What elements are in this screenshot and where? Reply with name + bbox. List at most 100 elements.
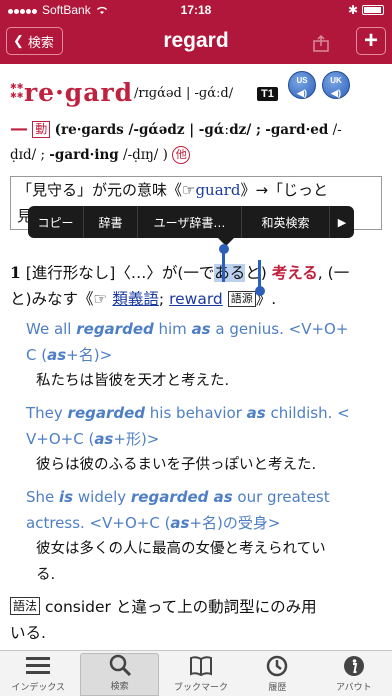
origin-text2: 》→「じっと [240, 181, 329, 199]
example-text: We all [26, 320, 77, 338]
share-icon[interactable] [312, 34, 330, 52]
example-keyword: as [47, 346, 67, 364]
sense-line2: と)みなす《☞ [10, 290, 108, 308]
example-keyword: regarded [76, 320, 154, 338]
bluetooth-icon: ✱ [347, 3, 358, 17]
audio-uk-button[interactable]: UK ◀) [322, 71, 350, 99]
example-text: She [26, 488, 60, 506]
tab-label: 検索 [110, 682, 129, 692]
selection-end-bar [258, 260, 261, 288]
importance-stars: ✱✱ ✱✱ [10, 82, 24, 100]
tab-bar: インデックス 検索 ブックマーク 履歴 アバウト [0, 650, 392, 696]
example-text: childish. < [265, 404, 350, 422]
search-icon [109, 654, 131, 676]
dictionary-menu-item[interactable]: 辞書 [84, 206, 138, 238]
example-keyword: as [246, 404, 266, 422]
tab-index[interactable]: インデックス [0, 651, 76, 696]
menu-more-arrow[interactable]: ▶ [330, 206, 354, 238]
tab-history[interactable]: 履歴 [239, 651, 315, 696]
example-keyword: regarded as [130, 488, 233, 506]
level-badge: T1 [257, 87, 278, 101]
sense-after-selected: と) [245, 264, 267, 282]
example-text: V+O+C ( [26, 430, 95, 448]
dictionary-entry: ✱✱ ✱✱ re·gard /rɪɡάəd | -ɡάːd/ T1 US ◀) U… [0, 64, 392, 650]
etymology-badge[interactable]: 語源 [227, 291, 256, 307]
sense-gloss: 考える [271, 264, 318, 282]
entry-dash: — [10, 118, 28, 139]
battery-icon [362, 5, 384, 15]
example-keyword: as [191, 320, 211, 338]
tab-bookmark[interactable]: ブックマーク [163, 651, 239, 696]
example-text: +形)> [113, 430, 160, 448]
status-right: ✱ [348, 3, 384, 17]
example-text: a genius. <V+O+ [210, 320, 349, 338]
example-keyword: as [94, 430, 114, 448]
audio-uk-label: UK [330, 76, 342, 85]
info-icon [343, 656, 364, 676]
selection-end-handle[interactable] [255, 286, 265, 296]
example-text: him [153, 320, 192, 338]
tab-label: インデックス [11, 683, 66, 693]
status-bar: SoftBank 17:18 ✱ [0, 0, 392, 20]
inflection-forms: (re·gards /-ɡάədz | -ɡάːdz/ ; [54, 122, 261, 138]
example-en-2: They regarded his behavior as childish. … [26, 400, 382, 452]
usage-text-line2: いる. [10, 624, 46, 642]
inflection-past: -gard·ed [265, 122, 329, 138]
headword: re·gard [24, 78, 134, 107]
speaker-icon: ◀) [331, 88, 341, 98]
example-keyword: as [170, 514, 190, 532]
user-dictionary-menu-item[interactable]: ユーザ辞書… [138, 206, 242, 238]
audio-us-label: US [296, 76, 308, 85]
example-text: his behavior [145, 404, 247, 422]
example-en-3: She is widely regarded as our greatest a… [26, 484, 382, 536]
usage-badge: 語法 [10, 597, 41, 615]
example-text: +名)の受身> [189, 514, 281, 532]
inflection-ing: -gard·ing [49, 147, 119, 163]
example-text: They [26, 404, 68, 422]
status-time: 17:18 [180, 3, 212, 17]
tab-search[interactable]: 検索 [80, 653, 159, 696]
example-ja-line2: る. [36, 567, 56, 583]
reward-link[interactable]: reward [169, 290, 223, 308]
sense-number: 1 [10, 263, 21, 282]
pos-transitive-badge: 他 [172, 146, 191, 164]
synonym-link[interactable]: 類義語 [112, 290, 159, 308]
usage-text: consider と違って上の動詞型にのみ用 [44, 598, 317, 616]
origin-text: 「見守る」が元の意味《☞ [17, 181, 196, 199]
inflections: — 動 (re·gards /-ɡάədz | -ɡάːdz/ ; -gard·… [10, 116, 382, 168]
sense-1: 1 [進行形なし]〈…〉が(一であると) 考える, (一 と)みなす《☞ 類義語… [10, 260, 382, 312]
example-ja-line1: 彼女は多くの人に最高の女優と考えられてい [36, 541, 326, 557]
tab-label: ブックマーク [174, 683, 229, 693]
text-selection-menu: コピー 辞書 ユーザ辞書… 和英検索 ▶ [28, 206, 354, 238]
example-ja-2: 彼らは彼のふるまいを子供っぽいと考えた. [36, 457, 317, 473]
tab-label: 履歴 [268, 683, 287, 693]
inflection-line2: ḍɪd/ ; [10, 147, 45, 163]
list-icon [26, 657, 51, 674]
example-text: +名)> [66, 346, 113, 364]
link-separator: ; [158, 290, 165, 308]
speaker-icon: ◀) [297, 88, 307, 98]
sense-line1-end: , (一 [317, 264, 350, 282]
example-en-1: We all regarded him as a genius. <V+O+ C… [26, 316, 382, 368]
example-text: C ( [26, 346, 48, 364]
clock-icon [267, 655, 288, 677]
entry-header: ✱✱ ✱✱ re·gard /rɪɡάəd | -ɡάːd/ T1 US ◀) U… [10, 71, 382, 110]
pos-verb-badge: 動 [32, 121, 51, 138]
sense-label: [進行形なし]〈…〉が(一で [25, 264, 215, 282]
example-ja-3: 彼女は多くの人に最高の女優と考えられてい る. [36, 536, 382, 588]
usage-note: 語法 consider と違って上の動詞型にのみ用 いる. [10, 594, 382, 646]
example-ja-1: 私たちは皆彼を天才と考えた. [36, 373, 230, 389]
copy-menu-item[interactable]: コピー [28, 206, 84, 238]
pronunciation: /rɪɡάəd | -ɡάːd/ [134, 86, 234, 101]
add-bookmark-button[interactable]: + [356, 27, 386, 55]
tab-about[interactable]: アバウト [316, 651, 392, 696]
example-keyword: is [59, 488, 74, 506]
page-title: regard [163, 29, 229, 52]
example-keyword: regarded [67, 404, 146, 422]
japanese-english-search-menu-item[interactable]: 和英検索 [242, 206, 330, 238]
selected-text[interactable]: ある [214, 264, 246, 282]
example-text: actress. <V+O+C ( [26, 514, 171, 532]
tab-label: アバウト [336, 683, 372, 693]
audio-us-button[interactable]: US ◀) [288, 71, 316, 99]
origin-link[interactable]: guard [195, 181, 240, 199]
